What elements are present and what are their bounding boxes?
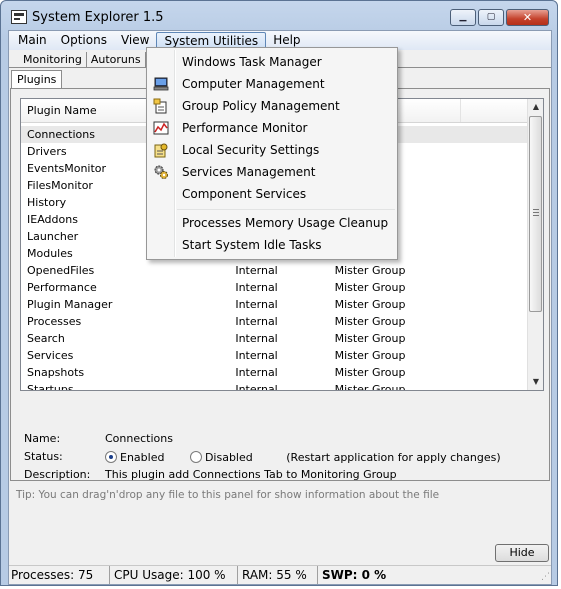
plugin-author-cell: Mister Group xyxy=(334,349,406,362)
hide-button[interactable]: Hide xyxy=(495,544,549,562)
plugin-author-cell: Mister Group xyxy=(334,383,406,391)
plugin-name-cell: Services xyxy=(27,349,74,362)
description-value: This plugin add Connections Tab to Monit… xyxy=(105,468,397,481)
app-icon[interactable] xyxy=(11,10,27,24)
status-bar: Processes: 75 CPU Usage: 100 % RAM: 55 %… xyxy=(9,565,551,584)
plugin-author-cell: Mister Group xyxy=(334,366,406,379)
list-item[interactable]: Plugin Manager Internal Mister Group xyxy=(21,296,527,313)
tip-text: Tip: You can drag'n'drop any file to thi… xyxy=(16,489,440,501)
plugin-name-cell: Search xyxy=(27,332,65,345)
window-title: System Explorer 1.5 xyxy=(32,10,164,25)
tab-plugins[interactable]: Plugins xyxy=(11,70,63,89)
tab-autoruns[interactable]: Autoruns xyxy=(87,52,146,67)
plugin-name-cell: Performance xyxy=(27,281,97,294)
list-item[interactable]: OpenedFiles Internal Mister Group xyxy=(21,262,527,279)
menu-item-component-services[interactable]: Component Services xyxy=(149,183,395,205)
plugin-type-cell: Internal xyxy=(235,366,278,379)
performance-icon xyxy=(153,121,169,135)
menu-item-group-policy[interactable]: Group Policy Management xyxy=(149,95,395,117)
tab-monitoring[interactable]: Monitoring xyxy=(19,52,87,67)
menu-item-label: Performance Monitor xyxy=(182,121,308,135)
menu-item-windows-task-manager[interactable]: Windows Task Manager xyxy=(149,51,395,73)
plugin-type-cell: Internal xyxy=(235,383,278,391)
menu-item-label: Start System Idle Tasks xyxy=(182,238,322,252)
status-swp: SWP: 0 % xyxy=(322,568,387,582)
description-label: Description: xyxy=(24,468,91,481)
plugin-author-cell: Mister Group xyxy=(334,298,406,311)
menu-item-local-security[interactable]: Local Security Settings xyxy=(149,139,395,161)
menu-item-performance-monitor[interactable]: Performance Monitor xyxy=(149,117,395,139)
menu-item-label: Component Services xyxy=(182,187,307,201)
menu-item-label: Computer Management xyxy=(182,77,325,91)
restart-note: (Restart application for apply changes) xyxy=(286,451,501,464)
menu-item-idle-tasks[interactable]: Start System Idle Tasks xyxy=(149,234,395,256)
plugin-author-cell: Mister Group xyxy=(334,281,406,294)
plugin-name-cell: Snapshots xyxy=(27,366,85,379)
menu-item-label: Services Management xyxy=(182,165,316,179)
minimize-button[interactable]: ▁ xyxy=(450,9,476,26)
maximize-button[interactable]: ▢ xyxy=(478,9,504,26)
list-item[interactable]: Performance Internal Mister Group xyxy=(21,279,527,296)
list-item[interactable]: Search Internal Mister Group xyxy=(21,330,527,347)
scroll-thumb[interactable] xyxy=(529,116,542,312)
plugin-author-cell: Mister Group xyxy=(334,332,406,345)
scroll-down-icon[interactable]: ▼ xyxy=(528,374,543,390)
plugin-type-cell: Internal xyxy=(235,315,278,328)
plugin-type-cell: Internal xyxy=(235,298,278,311)
title-bar: System Explorer 1.5 ▁ ▢ ✕ xyxy=(1,1,557,31)
status-cpu: CPU Usage: 100 % xyxy=(110,566,238,584)
scroll-up-icon[interactable]: ▲ xyxy=(528,99,543,115)
plugin-author-cell: Mister Group xyxy=(334,315,406,328)
plugin-name-cell: Startups xyxy=(27,383,74,391)
menu-item-label: Local Security Settings xyxy=(182,143,320,157)
vertical-scrollbar[interactable]: ▲ ▼ xyxy=(527,99,543,390)
list-item[interactable]: Startups Internal Mister Group xyxy=(21,381,527,391)
plugin-type-cell: Internal xyxy=(235,281,278,294)
menu-options[interactable]: Options xyxy=(54,32,114,49)
menu-item-services-management[interactable]: Services Management xyxy=(149,161,395,183)
list-item[interactable]: Processes Internal Mister Group xyxy=(21,313,527,330)
resize-grip-icon[interactable]: ⋰ xyxy=(538,571,550,583)
plugin-type-cell: Internal xyxy=(235,264,278,277)
plugin-name-cell: OpenedFiles xyxy=(27,264,95,277)
plugin-author-cell: Mister Group xyxy=(334,264,406,277)
plugin-name-cell: Plugin Manager xyxy=(27,298,113,311)
menu-item-memory-cleanup[interactable]: Processes Memory Usage Cleanup xyxy=(149,212,395,234)
close-button[interactable]: ✕ xyxy=(506,9,549,26)
name-value: Connections xyxy=(105,432,173,445)
radio-icon xyxy=(189,451,202,463)
security-icon xyxy=(154,143,168,158)
menu-item-label: Processes Memory Usage Cleanup xyxy=(182,216,389,230)
status-options: Enabled Disabled (Restart application fo… xyxy=(105,451,501,464)
policy-icon xyxy=(153,98,167,114)
status-label: Status: xyxy=(24,450,63,463)
list-item[interactable]: Services Internal Mister Group xyxy=(21,347,527,364)
menu-item-label: Windows Task Manager xyxy=(182,55,322,69)
disabled-label: Disabled xyxy=(204,451,253,464)
menu-item-computer-management[interactable]: Computer Management xyxy=(149,73,395,95)
enabled-radio[interactable]: Enabled xyxy=(105,451,164,464)
plugin-type-cell: Internal xyxy=(235,349,278,362)
plugin-type-cell: Internal xyxy=(235,332,278,345)
status-ram: RAM: 55 % xyxy=(238,566,318,584)
menu-separator xyxy=(177,209,395,210)
status-processes: Processes: 75 xyxy=(9,566,110,584)
sub-tabs: Plugins xyxy=(11,70,63,89)
radio-icon xyxy=(105,451,117,463)
system-utilities-menu: Windows Task Manager Computer Management… xyxy=(146,47,398,260)
disabled-radio[interactable]: Disabled xyxy=(189,451,253,464)
menu-item-label: Group Policy Management xyxy=(182,99,340,113)
enabled-label: Enabled xyxy=(120,451,165,464)
menu-main[interactable]: Main xyxy=(11,32,54,49)
computer-icon xyxy=(153,77,169,91)
list-item[interactable]: Snapshots Internal Mister Group xyxy=(21,364,527,381)
name-label: Name: xyxy=(24,432,61,445)
plugin-name-cell: Processes xyxy=(27,315,82,328)
gears-icon xyxy=(154,165,168,179)
